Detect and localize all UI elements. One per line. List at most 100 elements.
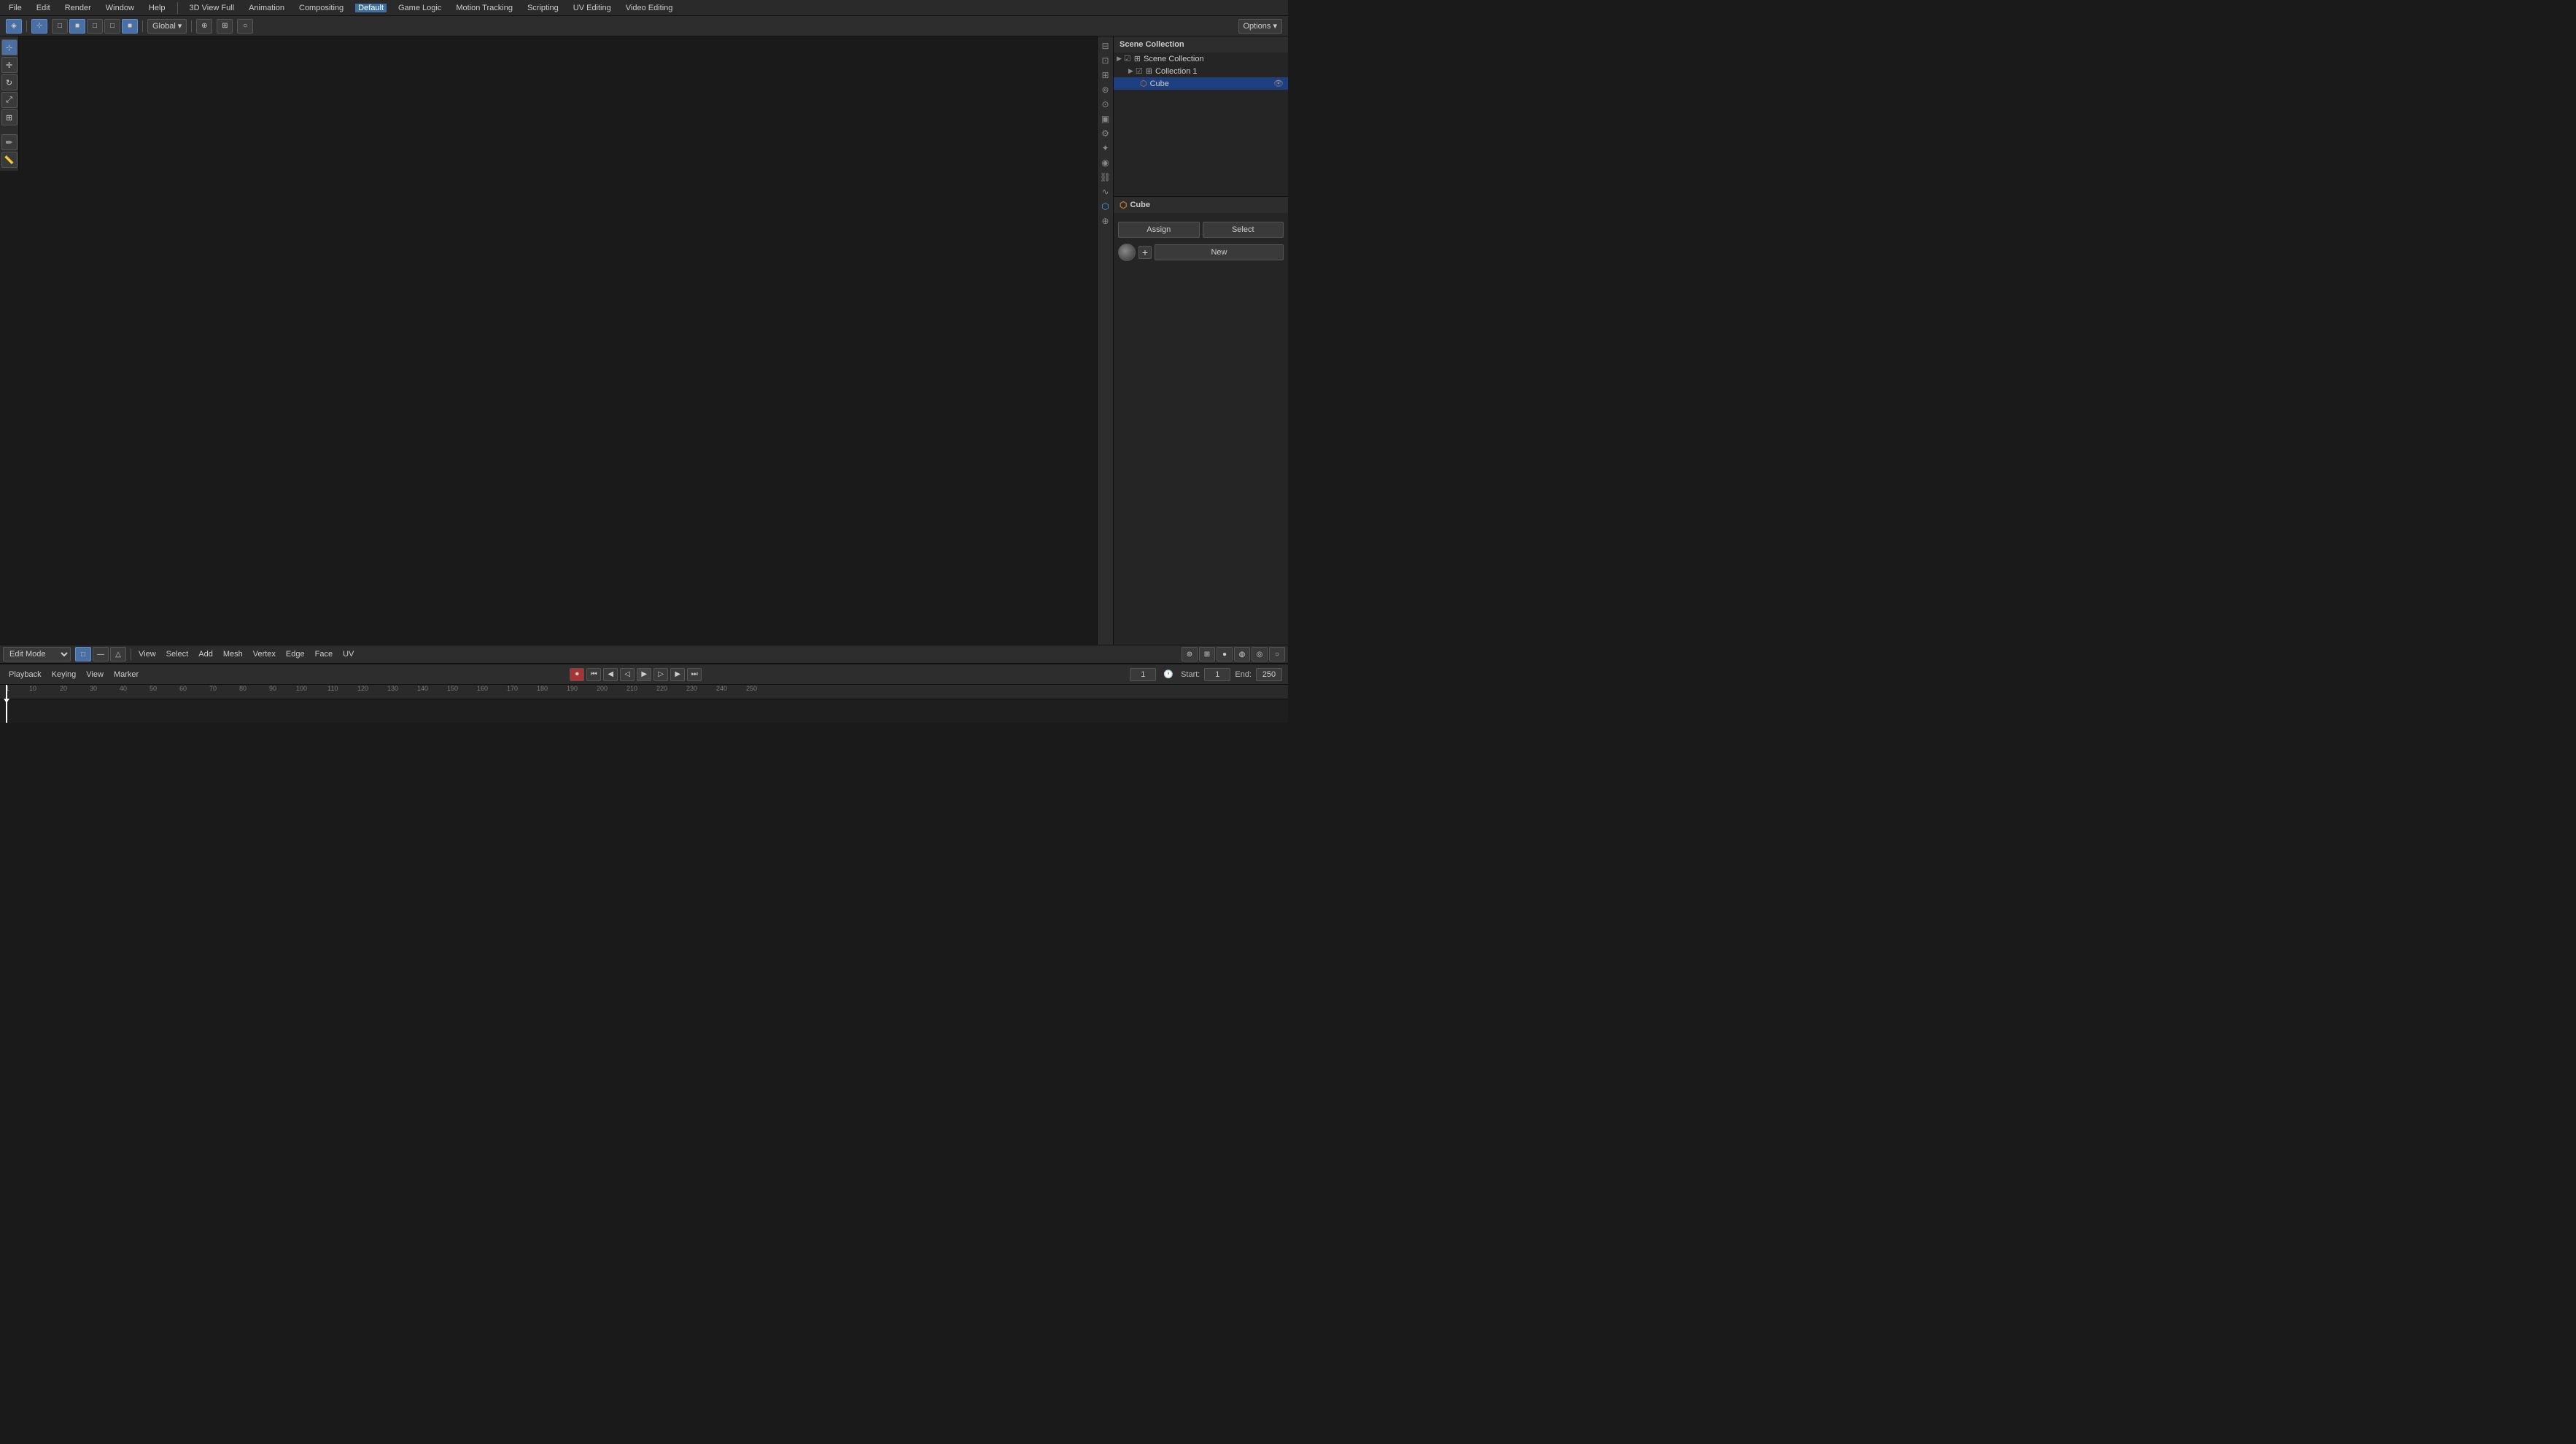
outliner-item-cube[interactable]: ⬡ Cube 👁 (1114, 77, 1288, 90)
mode-icon[interactable]: ◈ (6, 19, 22, 34)
transform-icon-4[interactable]: □ (104, 19, 120, 34)
menu-render[interactable]: Render (62, 4, 94, 12)
render-display-icon[interactable]: ◎ (1252, 647, 1268, 661)
material-new-button[interactable]: New (1155, 244, 1284, 260)
assign-button[interactable]: Assign (1118, 222, 1200, 238)
left-toolbar: ⊹ ✛ ↻ ⤢ ⊞ ✏ 📏 (0, 36, 19, 171)
snap-icon[interactable]: ⊞ (217, 19, 233, 34)
new-label: New (1211, 248, 1227, 257)
timeline-track[interactable] (0, 699, 1288, 723)
material-sub-header (1114, 213, 1288, 219)
physics-props-icon[interactable]: ◉ (1099, 156, 1112, 169)
menu-animation[interactable]: Animation (246, 4, 287, 12)
prev-keyframe-btn[interactable]: ◁ (620, 668, 635, 681)
menu-edit[interactable]: Edit (34, 4, 53, 12)
bt-edge[interactable]: Edge (283, 650, 308, 659)
menu-default[interactable]: Default (355, 4, 387, 12)
transform-tool-btn[interactable]: ⊞ (1, 109, 18, 125)
vertex-select-mode[interactable]: □ (75, 647, 91, 661)
menu-motiontracking[interactable]: Motion Tracking (453, 4, 516, 12)
menu-help[interactable]: Help (146, 4, 168, 12)
measure-tool-btn[interactable]: 📏 (1, 152, 18, 168)
play-btn[interactable]: ▶ (637, 668, 651, 681)
transform-icon-2[interactable]: ■ (69, 19, 85, 34)
viewlayer-props-icon[interactable]: ⊞ (1099, 69, 1112, 82)
material-add-slot-button[interactable]: + (1138, 246, 1152, 259)
next-keyframe-btn[interactable]: ▷ (653, 668, 668, 681)
outliner-item-collection1[interactable]: ▶ ☑ ⊞ Collection 1 (1114, 65, 1288, 77)
tl-playback[interactable]: Playback (6, 670, 44, 679)
bt-select[interactable]: Select (163, 650, 192, 659)
frame-num-220: 220 (656, 685, 667, 692)
global-dropdown[interactable]: Global ▾ (147, 19, 187, 34)
move-tool-btn[interactable]: ✛ (1, 57, 18, 73)
rotate-tool-btn[interactable]: ↻ (1, 74, 18, 90)
outliner-item-scene-collection[interactable]: ▶ ☑ ⊞ Scene Collection (1114, 53, 1288, 65)
modifier-props-icon[interactable]: ⚙ (1099, 127, 1112, 140)
transform-icon-5[interactable]: ■ (122, 19, 138, 34)
jump-end-btn[interactable]: ⏭ (687, 668, 702, 681)
data-props-icon[interactable]: ∿ (1099, 185, 1112, 198)
current-frame-input[interactable] (1130, 668, 1156, 681)
prev-frame-btn[interactable]: ◀ (603, 668, 618, 681)
bt-mesh[interactable]: Mesh (220, 650, 246, 659)
material-props-icon[interactable]: ⬡ (1099, 200, 1112, 213)
output-props-icon[interactable]: ⊡ (1099, 54, 1112, 67)
transform-icon-1[interactable]: □ (52, 19, 68, 34)
frame-num-110: 110 (327, 685, 338, 692)
cursor-icon[interactable]: ⊹ (31, 19, 47, 34)
frame-num-230: 230 (686, 685, 697, 692)
proportional-icon[interactable]: ○ (237, 19, 253, 34)
options-button[interactable]: Options ▾ (1238, 19, 1283, 34)
tl-marker[interactable]: Marker (111, 670, 141, 679)
render-props-icon[interactable]: ⊟ (1099, 39, 1112, 53)
frame-num-240: 240 (716, 685, 727, 692)
bt-face[interactable]: Face (312, 650, 335, 659)
start-frame-input[interactable] (1204, 668, 1230, 681)
frame-num-200: 200 (597, 685, 608, 692)
material-display-icon[interactable]: ◍ (1234, 647, 1250, 661)
record-btn[interactable]: ⏺ (570, 668, 584, 681)
wireframe-display-icon[interactable]: ○ (1269, 647, 1285, 661)
cube-visibility-icon[interactable]: 👁 (1273, 79, 1284, 88)
select-button[interactable]: Select (1203, 222, 1284, 238)
tl-view[interactable]: View (83, 670, 106, 679)
menu-compositing[interactable]: Compositing (296, 4, 346, 12)
menu-uvediting[interactable]: UV Editing (570, 4, 614, 12)
bt-add[interactable]: Add (195, 650, 216, 659)
edge-select-mode[interactable]: — (93, 647, 109, 661)
next-frame-btn[interactable]: ▶ (670, 668, 685, 681)
tl-keying[interactable]: Keying (49, 670, 79, 679)
timeline-content[interactable]: 1 10 20 30 40 50 60 70 80 90 100 110 120… (0, 685, 1288, 723)
select-tool-btn[interactable]: ⊹ (1, 39, 18, 55)
frame-num-100: 100 (296, 685, 307, 692)
overlay-icon[interactable]: ⊚ (1182, 647, 1198, 661)
menu-file[interactable]: File (6, 4, 25, 12)
solid-display-icon[interactable]: ● (1217, 647, 1233, 661)
bt-vertex[interactable]: Vertex (250, 650, 279, 659)
menu-gamelogic[interactable]: Game Logic (395, 4, 444, 12)
jump-start-btn[interactable]: ⏮ (586, 668, 601, 681)
frame-num-20: 20 (60, 685, 67, 692)
pivot-icon[interactable]: ⊕ (196, 19, 212, 34)
menu-window[interactable]: Window (103, 4, 137, 12)
constraints-props-icon[interactable]: ⛓ (1099, 171, 1112, 184)
scale-tool-btn[interactable]: ⤢ (1, 92, 18, 108)
menu-3dview[interactable]: 3D View Full (187, 4, 238, 12)
bt-uv[interactable]: UV (340, 650, 357, 659)
menu-scripting[interactable]: Scripting (524, 4, 562, 12)
bt-view[interactable]: View (136, 650, 159, 659)
face-select-mode[interactable]: △ (110, 647, 126, 661)
shading-props-icon[interactable]: ⊕ (1099, 214, 1112, 228)
scene-props-icon[interactable]: ⊚ (1099, 83, 1112, 96)
menu-videoediting[interactable]: Video Editing (623, 4, 676, 12)
world-props-icon[interactable]: ⊙ (1099, 98, 1112, 111)
mode-select-dropdown[interactable]: Edit Mode Object Mode Sculpt Mode (3, 647, 71, 661)
annotate-tool-btn[interactable]: ✏ (1, 134, 18, 150)
transform-icon-3[interactable]: □ (87, 19, 103, 34)
xray-icon[interactable]: ⊞ (1199, 647, 1215, 661)
particles-props-icon[interactable]: ✦ (1099, 141, 1112, 155)
object-props-icon[interactable]: ▣ (1099, 112, 1112, 125)
outliner-title: Scene Collection (1120, 40, 1184, 49)
end-frame-input[interactable] (1256, 668, 1282, 681)
